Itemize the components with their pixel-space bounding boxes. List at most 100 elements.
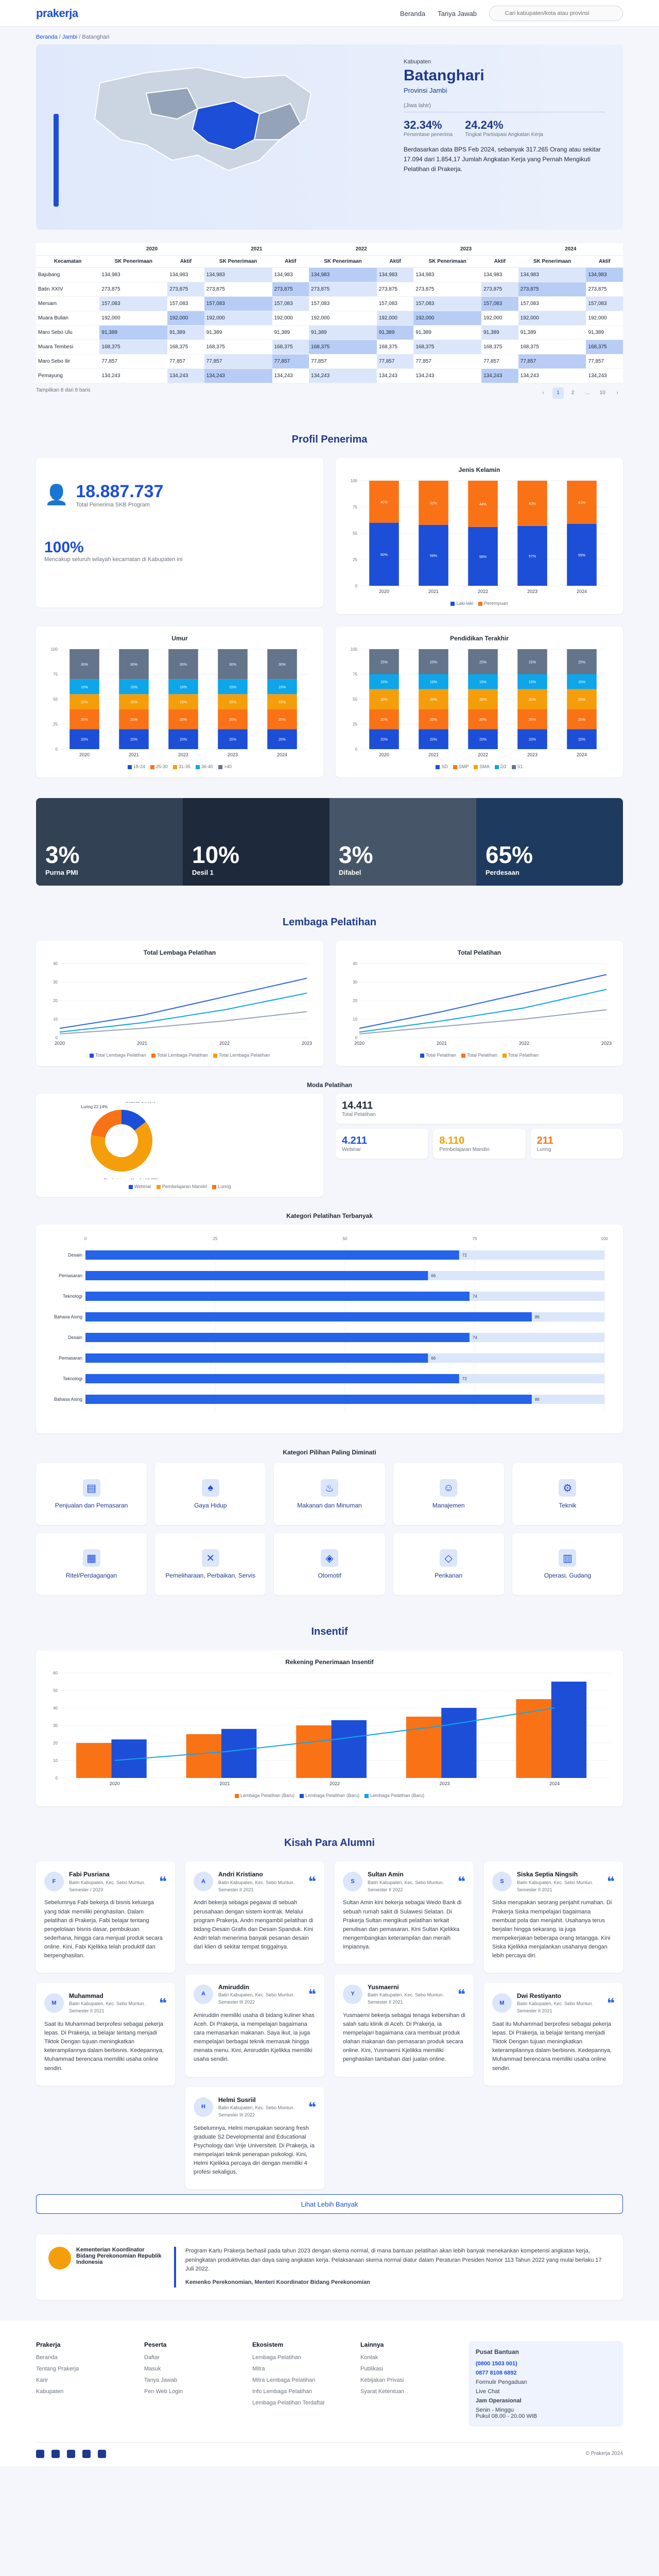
pagination[interactable]: ‹ 1 2 ... 10 › (535, 387, 623, 399)
alumni-card[interactable]: Y Yusmaerni Batin Kabupaten, Kec. Sebo Mun… (335, 1974, 474, 2077)
support-hours-title: Jam Operasional (476, 2397, 522, 2404)
coverage-percent: 100% (44, 539, 84, 556)
youtube-icon[interactable] (36, 2449, 44, 2458)
support-phone[interactable]: (0800 1503 001) (476, 2361, 616, 2367)
prakerja-logo[interactable]: prakerja (36, 7, 78, 20)
footer-link[interactable]: Publikasi (360, 2366, 458, 2372)
chart-insentif-svg: 0 10 20 30 40 50 60 2020 2021 2022 2023 2024 (53, 1671, 610, 1786)
table-cell: Mersam (36, 296, 100, 311)
alumni-card[interactable]: M Dwi Restiyanto Batin Kabupaten, Kec. Seb… (484, 1982, 623, 2086)
footer-link[interactable]: Karir (36, 2377, 134, 2383)
avatar: F (44, 1872, 64, 1892)
chart-total-lembaga: Total Lembaga Pelatihan 0 10 20 30 40 2020 202… (36, 941, 323, 1066)
category-card[interactable]: ☺ Manajemen (393, 1463, 504, 1525)
y-tick-label: 30 (53, 1723, 58, 1728)
page-button[interactable]: 1 (552, 387, 564, 399)
chart-umur: Umur 0 25 50 75 100 20% 20% 15% 15% 30% 2020 20% 20%… (36, 626, 323, 777)
footer-link[interactable]: Lembaga Pelatihan (252, 2354, 350, 2361)
tiktok-icon[interactable] (82, 2449, 91, 2458)
instagram-icon[interactable] (51, 2449, 60, 2458)
x-tick-label: 2020 (55, 1041, 65, 1046)
support-link[interactable]: Live Chat (476, 2388, 616, 2395)
alumni-card[interactable]: S Siska Septia Ningsih Batin Kabupaten, Ke… (484, 1861, 623, 1973)
page-button[interactable]: 10 (597, 387, 608, 399)
category-card[interactable]: ♨ Makanan dan Minuman (274, 1463, 385, 1525)
x-tick-label: 25 (213, 1236, 218, 1241)
category-card[interactable]: ✕ Pemeliharaan, Perbaikan, Servis (155, 1533, 266, 1595)
category-label: Pemasaran (59, 1273, 82, 1278)
footer-link[interactable]: Masuk (144, 2366, 242, 2372)
x-tick-label: 2023 (527, 589, 537, 594)
column-header: SK Penerimaan (99, 255, 168, 268)
footer-link[interactable]: Mitra Lembaga Pelatihan (252, 2377, 350, 2383)
year-header: 2021 (204, 243, 309, 256)
page-button[interactable]: 2 (567, 387, 579, 399)
footer-link[interactable]: Kontak (360, 2354, 458, 2361)
alumni-name: Dwi Restiyanto (517, 1992, 562, 1999)
legend-item: 25-30 (150, 764, 168, 769)
category-card[interactable]: ▦ Ritel/Perdagangan (36, 1533, 147, 1595)
footer-link[interactable]: Kebijakan Privasi (360, 2377, 458, 2383)
x-tick-label: 2021 (437, 1041, 447, 1046)
data-label: 20% (180, 738, 187, 742)
category-card[interactable]: ⚙ Teknik (512, 1463, 623, 1525)
legend-item: Total Lembaga Pelatihan (151, 1053, 208, 1058)
data-label: 20% (578, 718, 585, 722)
data-label: 15% (229, 701, 236, 704)
x-tick-label: 2024 (277, 752, 287, 757)
table-cell: 273,875 (586, 282, 623, 297)
ministry-quote: Kementerian Koordinator Bidang Perekonom… (36, 2234, 623, 2300)
search-input[interactable] (489, 6, 623, 21)
total-pelatihan-card: 14.411 Total Pelatihan (336, 1094, 623, 1124)
y-tick-label: 40 (53, 1706, 58, 1710)
footer-link[interactable]: Daftar (144, 2354, 242, 2361)
category-grid: ▤ Penjualan dan Pemasaran ♠ Gaya Hidup ♨ Ma… (36, 1463, 623, 1595)
category-label: Teknologi (63, 1376, 82, 1381)
footer-link[interactable]: Info Lembaga Pelatihan (252, 2388, 350, 2395)
footer-link[interactable]: Tentang Prakerja (36, 2366, 134, 2372)
category-card[interactable]: ◈ Otomotif (274, 1533, 385, 1595)
data-label: 30% (81, 663, 88, 667)
quote-signature: Kemenko Perekonomian, Menteri Koordinato… (185, 2279, 370, 2286)
mini-webinar: 4.211 Webinar (336, 1129, 428, 1159)
mini-mandiri: 8.110 Pembelajaran Mandiri (433, 1129, 526, 1159)
data-label: 30% (229, 663, 236, 667)
alumni-card[interactable]: H Helmi Susriil Batin Kabupaten, Kec. Sebo… (185, 2087, 324, 2190)
footer-link[interactable]: Beranda (36, 2354, 134, 2361)
table-cell: 77,857 (586, 354, 623, 369)
category-card[interactable]: ▤ Penjualan dan Pemasaran (36, 1463, 147, 1525)
nav-beranda[interactable]: Beranda (400, 10, 425, 18)
table-cell: 134,243 (204, 368, 272, 383)
footer-link[interactable]: Lembaga Pelatihan Terdaftar (252, 2400, 350, 2406)
people-icon: ☺ (440, 1479, 458, 1497)
footer-link[interactable]: Syarat Ketentuan (360, 2388, 458, 2395)
footer-link[interactable]: Pen Web Login (144, 2388, 242, 2395)
breadcrumb-beranda[interactable]: Beranda (36, 34, 58, 40)
data-label: 58% (430, 554, 437, 558)
support-link[interactable]: Formulir Pengaduan (476, 2379, 616, 2385)
next-page-button[interactable]: › (612, 387, 623, 399)
category-card[interactable]: ◇ Perikanan (393, 1533, 504, 1595)
facebook-icon[interactable] (67, 2449, 75, 2458)
coverage-label: Mencakup seluruh wilayah kecamatan di Ka… (44, 556, 183, 563)
linkedin-icon[interactable] (98, 2449, 106, 2458)
category-card[interactable]: ▥ Operasi, Gudang (512, 1533, 623, 1595)
prev-page-button[interactable]: ‹ (537, 387, 549, 399)
alumni-card[interactable]: A Amiruddin Batin Kabupaten, Kec. Sebo Mun… (185, 1974, 324, 2077)
avatar: M (492, 1993, 512, 2013)
footer-link[interactable]: Kabupaten (36, 2388, 134, 2395)
footer-link[interactable]: Mitra (252, 2366, 350, 2372)
alumni-card[interactable]: A Andri Kristiano Batin Kabupaten, Kec. Se… (185, 1861, 324, 1964)
legend-item: 18-24 (127, 764, 145, 769)
alumni-card[interactable]: F Fabi Pusriana Batin Kabupaten, Kec. Sebo… (36, 1861, 175, 1973)
footer-link[interactable]: Tanya Jawab (144, 2377, 242, 2383)
x-tick-label: 75 (473, 1236, 477, 1241)
breadcrumb-jambi[interactable]: Jambi (62, 34, 77, 40)
see-more-button[interactable]: Lihat Lebih Banyak (36, 2194, 623, 2214)
category-card[interactable]: ♠ Gaya Hidup (155, 1463, 266, 1525)
support-whatsapp[interactable]: 0877 8108 6892 (476, 2370, 616, 2376)
alumni-card[interactable]: M Muhammad Batin Kabupaten, Kec. Sebo Munt… (36, 1982, 175, 2086)
legend-item: SD (436, 764, 448, 769)
alumni-card[interactable]: S Sultan Amin Batin Kabupaten, Kec. Sebo M… (335, 1861, 474, 1964)
nav-tanya-jawab[interactable]: Tanya Jawab (438, 10, 477, 18)
